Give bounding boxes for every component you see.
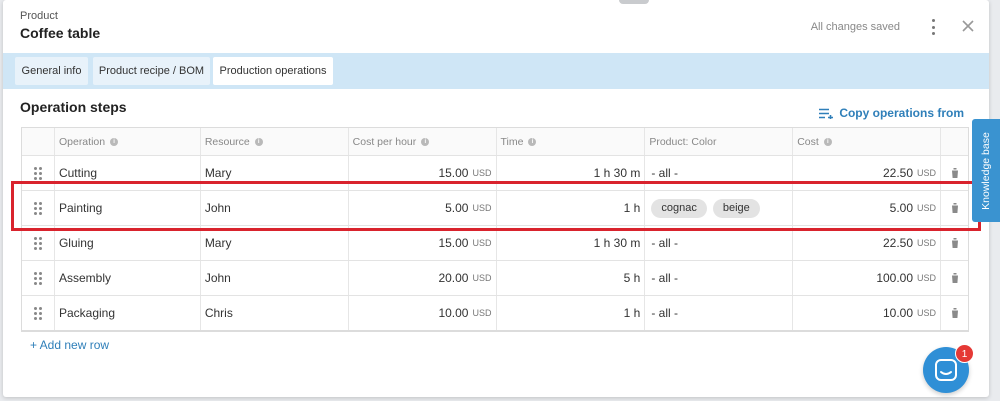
column-header-resource: Resource i — [199, 128, 348, 155]
drag-handle-icon[interactable] — [22, 191, 54, 225]
table-row: Packaging Chris 10.00 USD 1 h - all - 10.… — [22, 295, 968, 330]
copy-operations-label: Copy operations from — [839, 106, 964, 120]
operation-cell[interactable]: Cutting — [53, 156, 200, 190]
operation-cell[interactable]: Painting — [53, 191, 200, 225]
column-header-cost-per-hour: Cost per hour i — [347, 128, 496, 155]
trash-icon[interactable] — [940, 191, 968, 225]
kebab-icon[interactable] — [930, 19, 936, 35]
time-cell[interactable]: 1 h 30 m — [495, 226, 645, 260]
color-tag[interactable]: beige — [712, 198, 760, 218]
product-panel: Product Coffee table All changes saved G… — [3, 0, 989, 397]
copy-operations-button[interactable]: Copy operations from — [819, 106, 964, 120]
trash-icon[interactable] — [940, 296, 968, 330]
time-cell[interactable]: 5 h — [495, 261, 645, 295]
cost-per-hour-cell[interactable]: 5.00 USD — [347, 191, 496, 225]
operation-cell[interactable]: Assembly — [53, 261, 200, 295]
cost-cell: 22.50 USD — [792, 226, 940, 260]
tab-product-recipe-bom[interactable]: Product recipe / BOM — [93, 57, 210, 85]
save-status: All changes saved — [810, 21, 900, 33]
resource-cell[interactable]: Chris — [199, 296, 348, 330]
info-icon[interactable]: i — [823, 137, 832, 146]
cost-cell: 100.00 USD — [792, 261, 940, 295]
drag-handle-icon[interactable] — [22, 156, 54, 190]
cost-cell: 22.50 USD — [792, 156, 940, 190]
chat-icon — [935, 359, 957, 381]
column-header-cost: Cost i — [792, 128, 940, 155]
trash-icon[interactable] — [940, 226, 968, 260]
product-color-cell[interactable]: - all - — [644, 296, 792, 330]
knowledge-base-label: Knowledge base — [980, 131, 992, 210]
column-header-product-color: Product: Color — [644, 128, 792, 155]
color-tag[interactable]: cognac — [651, 198, 707, 218]
info-icon[interactable]: i — [254, 137, 263, 146]
chat-badge: 1 — [955, 344, 974, 363]
time-cell[interactable]: 1 h 30 m — [495, 156, 645, 190]
product-label: Product — [20, 10, 58, 22]
cost-per-hour-cell[interactable]: 10.00 USD — [347, 296, 496, 330]
table-row: Gluing Mary 15.00 USD 1 h 30 m - all - 22… — [22, 225, 968, 260]
column-header-time: Time i — [495, 128, 645, 155]
close-icon[interactable] — [960, 18, 976, 34]
time-cell[interactable]: 1 h — [495, 191, 645, 225]
table-row: Cutting Mary 15.00 USD 1 h 30 m - all - 2… — [22, 155, 968, 190]
operation-cell[interactable]: Gluing — [53, 226, 200, 260]
resource-cell[interactable]: Mary — [199, 226, 348, 260]
time-cell[interactable]: 1 h — [495, 296, 645, 330]
trash-icon[interactable] — [940, 156, 968, 190]
section-title: Operation steps — [20, 99, 127, 115]
info-icon[interactable]: i — [528, 137, 537, 146]
operations-table: Operation i Resource i Cost per hour i Time… — [21, 127, 969, 332]
resource-cell[interactable]: Mary — [199, 156, 348, 190]
table-header: Operation i Resource i Cost per hour i Time… — [22, 128, 968, 155]
info-icon[interactable]: i — [421, 137, 430, 146]
info-icon[interactable]: i — [110, 137, 119, 146]
trash-icon[interactable] — [940, 261, 968, 295]
drag-handle-icon[interactable] — [22, 226, 54, 260]
product-color-cell[interactable]: - all - — [644, 226, 792, 260]
tab-bar: General info Product recipe / BOM Produc… — [3, 53, 989, 89]
add-new-row-button[interactable]: + Add new row — [30, 338, 109, 352]
top-drag-handle — [619, 0, 649, 4]
product-color-cell[interactable]: cognac beige — [644, 191, 792, 225]
drag-handle-icon[interactable] — [22, 261, 54, 295]
drag-handle-icon[interactable] — [22, 296, 54, 330]
table-row: Painting John 5.00 USD 1 h cognac beige 5… — [22, 190, 968, 225]
tab-production-operations[interactable]: Production operations — [213, 57, 333, 85]
column-header-operation: Operation i — [53, 128, 200, 155]
tab-general-info[interactable]: General info — [15, 57, 88, 85]
operation-cell[interactable]: Packaging — [53, 296, 200, 330]
cost-per-hour-cell[interactable]: 15.00 USD — [347, 156, 496, 190]
cost-cell: 5.00 USD — [792, 191, 940, 225]
list-add-icon — [819, 108, 834, 119]
product-color-cell[interactable]: - all - — [644, 261, 792, 295]
product-title: Coffee table — [20, 25, 101, 41]
knowledge-base-tab[interactable]: Knowledge base — [972, 119, 1000, 222]
cost-cell: 10.00 USD — [792, 296, 940, 330]
table-row: Assembly John 20.00 USD 5 h - all - 100.0… — [22, 260, 968, 295]
product-color-cell[interactable]: - all - — [644, 156, 792, 190]
resource-cell[interactable]: John — [199, 191, 348, 225]
resource-cell[interactable]: John — [199, 261, 348, 295]
cost-per-hour-cell[interactable]: 15.00 USD — [347, 226, 496, 260]
cost-per-hour-cell[interactable]: 20.00 USD — [347, 261, 496, 295]
